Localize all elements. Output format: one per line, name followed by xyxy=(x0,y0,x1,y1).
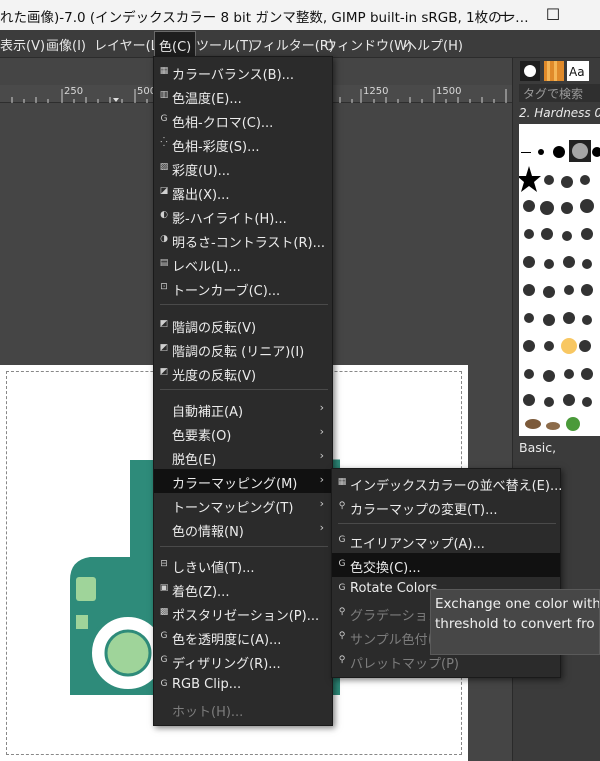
menu-item-colorize[interactable]: ▣ 着色(Z)... xyxy=(154,577,332,601)
submenu-item-color-exchange[interactable]: G 色交換(C)... xyxy=(332,553,560,577)
menu-filters[interactable]: フィルター(R) xyxy=(250,35,334,54)
colors-menu: ▦ カラーバランス(B)... ▥ 色温度(E)... G 色相-クロマ(C)... … xyxy=(153,56,333,726)
tooltip: Exchange one color with threshold to con… xyxy=(430,589,600,655)
levels-icon: ▤ xyxy=(159,258,169,268)
curves-icon: ⊡ xyxy=(160,282,168,292)
set-colormap-icon: ⚲ xyxy=(338,501,346,511)
gradient-map-icon: ⚲ xyxy=(338,607,346,617)
menu-item-linear-invert[interactable]: ◩ 階調の反転 (リニア)(I) xyxy=(154,337,332,361)
menu-item-exposure[interactable]: ◪ 露出(X)... xyxy=(154,180,332,204)
invert-icon: ◩ xyxy=(159,319,169,329)
brush-tab-icon[interactable] xyxy=(519,60,541,82)
menu-item-auto[interactable]: 自動補正(A) › xyxy=(154,397,332,421)
menu-item-hue-chroma[interactable]: G 色相-クロマ(C)... xyxy=(154,108,332,132)
submenu-arrow-icon: › xyxy=(319,401,324,414)
shadows-highlights-icon: ◐ xyxy=(160,210,168,220)
ruler-label: 1250 xyxy=(363,86,389,97)
menu-item-color-balance[interactable]: ▦ カラーバランス(B)... xyxy=(154,60,332,84)
menu-item-hot[interactable]: ホット(H)... xyxy=(154,697,332,721)
dither-icon: G xyxy=(160,655,168,665)
menu-item-color-to-alpha[interactable]: G 色を透明度に(A)... xyxy=(154,625,332,649)
submenu-item-set-colormap[interactable]: ⚲ カラーマップの変更(T)... xyxy=(332,495,560,519)
ruler-label: 250 xyxy=(64,86,84,97)
pattern-tab-icon[interactable] xyxy=(543,60,565,82)
menu-item-info[interactable]: 色の情報(N) › xyxy=(154,517,332,541)
menu-separator xyxy=(160,389,328,390)
colorize-icon: ▣ xyxy=(159,583,169,593)
window-title-bar: れた画像)-7.0 (インデックスカラー 8 bit ガンマ整数, GIMP b… xyxy=(0,0,600,30)
menu-item-hue-saturation[interactable]: ⁛ 色相-彩度(S)... xyxy=(154,132,332,156)
submenu-arrow-icon: › xyxy=(319,473,324,486)
brush-name-label: 2. Hardness 0 xyxy=(519,106,600,120)
submenu-arrow-icon: › xyxy=(319,521,324,534)
menu-item-components[interactable]: 色要素(O) › xyxy=(154,421,332,445)
menu-separator xyxy=(338,523,556,524)
submenu-arrow-icon: › xyxy=(319,497,324,510)
hue-saturation-icon: ⁛ xyxy=(160,138,168,148)
menu-colors[interactable]: 色(C) xyxy=(154,31,197,57)
brush-thumbnails xyxy=(517,140,600,431)
font-tab-icon[interactable]: Aa xyxy=(567,60,589,82)
svg-text:Aa: Aa xyxy=(569,65,585,79)
menu-item-threshold[interactable]: ⊟ しきい値(T)... xyxy=(154,553,332,577)
submenu-arrow-icon: › xyxy=(319,425,324,438)
menu-item-color-temperature[interactable]: ▥ 色温度(E)... xyxy=(154,84,332,108)
menu-item-tone-mapping[interactable]: トーンマッピング(T) › xyxy=(154,493,332,517)
color-exchange-icon: G xyxy=(338,559,346,569)
menu-item-invert[interactable]: ◩ 階調の反転(V) xyxy=(154,313,332,337)
menu-layer[interactable]: レイヤー(L) xyxy=(94,35,163,54)
rotate-colors-icon: G xyxy=(338,583,346,593)
color-balance-icon: ▦ xyxy=(159,66,169,76)
linear-invert-icon: ◩ xyxy=(159,343,169,353)
posterize-icon: ▩ xyxy=(159,607,169,617)
menu-item-color-mapping[interactable]: カラーマッピング(M) › xyxy=(154,469,332,493)
menu-item-rgb-clip[interactable]: G RGB Clip... xyxy=(154,673,332,697)
menu-bar: 表示(V) 画像(I) レイヤー(L) 色(C) ツール(T) フィルター(R)… xyxy=(0,30,600,58)
menu-item-desaturate[interactable]: 脱色(E) › xyxy=(154,445,332,469)
menu-image[interactable]: 画像(I) xyxy=(46,35,86,54)
ruler-label: 1500 xyxy=(436,86,462,97)
hue-chroma-icon: G xyxy=(160,114,168,124)
minimize-button[interactable]: — xyxy=(492,2,522,26)
preset-label: Basic, xyxy=(519,440,557,455)
saturation-icon: ▨ xyxy=(159,162,169,172)
color-to-alpha-icon: G xyxy=(160,631,168,641)
ruler-pointer-icon xyxy=(113,98,119,102)
menu-separator xyxy=(160,304,328,305)
tooltip-line: threshold to convert fro xyxy=(435,616,595,632)
menu-tools[interactable]: ツール(T) xyxy=(196,35,253,54)
menu-item-saturation[interactable]: ▨ 彩度(U)... xyxy=(154,156,332,180)
value-invert-icon: ◩ xyxy=(159,367,169,377)
menu-view[interactable]: 表示(V) xyxy=(0,35,45,54)
tooltip-line: Exchange one color with xyxy=(435,596,600,612)
submenu-item-alien-map[interactable]: G エイリアンマップ(A)... xyxy=(332,529,560,553)
menu-item-dither[interactable]: G ディザリング(R)... xyxy=(154,649,332,673)
menu-item-curves[interactable]: ⊡ トーンカーブ(C)... xyxy=(154,276,332,300)
exposure-icon: ◪ xyxy=(159,186,169,196)
color-temperature-icon: ▥ xyxy=(159,90,169,100)
alien-map-icon: G xyxy=(338,535,346,545)
palette-map-icon: ⚲ xyxy=(338,655,346,665)
rgb-clip-icon: G xyxy=(160,679,168,689)
menu-item-posterize[interactable]: ▩ ポスタリゼーション(P)... xyxy=(154,601,332,625)
menu-help[interactable]: ヘルプ(H) xyxy=(404,35,463,54)
submenu-item-rearrange-colormap[interactable]: ▦ インデックスカラーの並べ替え(E)... xyxy=(332,471,563,495)
menu-windows[interactable]: ウィンドウ(W) xyxy=(324,35,412,54)
menu-item-shadows-highlights[interactable]: ◐ 影-ハイライト(H)... xyxy=(154,204,332,228)
brightness-contrast-icon: ◑ xyxy=(160,234,168,244)
brush-dock-tabs: Aa xyxy=(519,60,589,82)
menu-item-levels[interactable]: ▤ レベル(L)... xyxy=(154,252,332,276)
threshold-icon: ⊟ xyxy=(160,559,168,569)
menu-separator xyxy=(160,546,328,547)
menu-item-value-invert[interactable]: ◩ 光度の反転(V) xyxy=(154,361,332,385)
window-title: れた画像)-7.0 (インデックスカラー 8 bit ガンマ整数, GIMP b… xyxy=(0,10,529,26)
rearrange-colormap-icon: ▦ xyxy=(337,477,347,487)
brush-grid[interactable] xyxy=(517,124,600,436)
sample-colorize-icon: ⚲ xyxy=(338,631,346,641)
menu-item-brightness-contrast[interactable]: ◑ 明るさ-コントラスト(R)... xyxy=(154,228,332,252)
tag-search-input[interactable]: タグで検索 xyxy=(519,84,600,102)
submenu-arrow-icon: › xyxy=(319,449,324,462)
maximize-button[interactable]: ☐ xyxy=(538,2,568,26)
